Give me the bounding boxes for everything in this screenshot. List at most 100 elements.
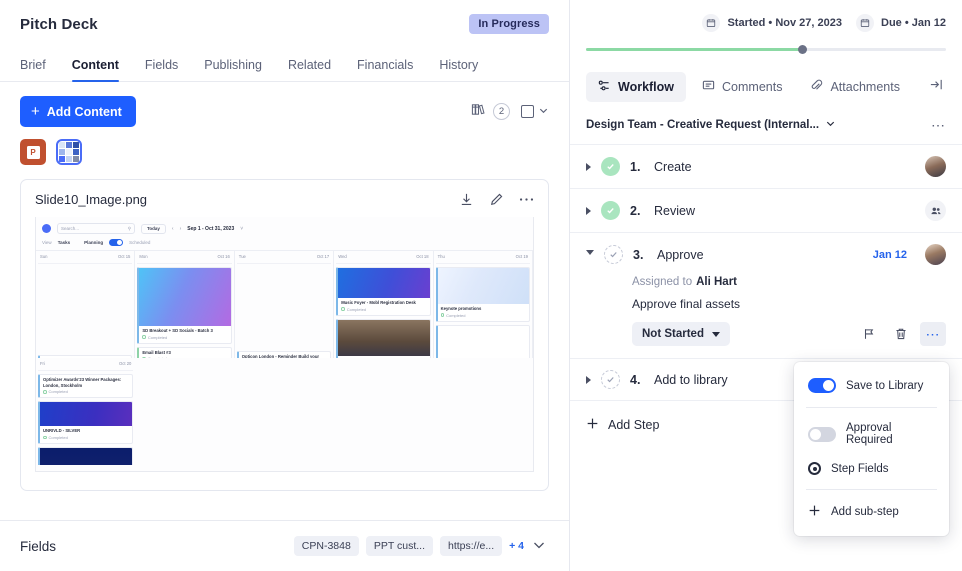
started-date[interactable]: Started • Nov 27, 2023 [702, 14, 842, 32]
embedded-image-preview[interactable]: Search... ⚲ Today ‹ › Sep 1 - Oct 31, 20… [35, 217, 534, 472]
group-icon[interactable] [925, 200, 946, 221]
tab-publishing[interactable]: Publishing [191, 52, 275, 81]
image-thumbnail[interactable] [56, 139, 82, 165]
right-panel-header: Started • Nov 27, 2023 Due • Jan 12 [570, 0, 962, 54]
flag-comment-icon[interactable] [856, 322, 882, 346]
add-step-label: Add Step [608, 418, 659, 432]
square-icon [521, 105, 534, 118]
right-workflow-panel: Started • Nov 27, 2023 Due • Jan 12 [570, 0, 962, 571]
calendar-event: Music Foyer Cloakroom & Info Counter Com… [336, 319, 430, 358]
library-group[interactable]: 2 [471, 102, 510, 122]
calendar-event-status: Completed [338, 306, 429, 315]
view-mode-toggle[interactable] [521, 103, 549, 121]
calendar-event-title: Email Blast #3 [139, 348, 230, 356]
step-status-check-icon [601, 201, 620, 220]
file-name: Slide10_Image.png [35, 192, 147, 207]
menu-divider [806, 489, 937, 490]
status-badge[interactable]: In Progress [469, 14, 549, 34]
calendar-column-header: Thu Oct 19 [436, 251, 530, 264]
step-more-options-icon[interactable]: ⋯ [920, 322, 946, 346]
save-to-library-item[interactable]: Save to Library [794, 370, 949, 401]
powerpoint-thumbnail[interactable]: P [20, 139, 46, 165]
tab-history[interactable]: History [426, 52, 491, 81]
embedded-date-range: Sep 1 - Oct 31, 2023 [187, 226, 234, 232]
due-date-text: Due • Jan 12 [881, 17, 946, 29]
field-chip-more-count[interactable]: + 4 [509, 540, 524, 552]
calendar-column: Mon Oct 16 SD Breakout + SD Socials - Ba… [135, 251, 234, 358]
thumbnail-strip: P [0, 127, 569, 165]
tab-related[interactable]: Related [275, 52, 344, 81]
step-status-value: Not Started [642, 328, 704, 340]
progress-fill [586, 48, 802, 51]
tab-attachments[interactable]: Attachments [798, 72, 911, 102]
expand-caret-icon[interactable] [586, 376, 591, 384]
calendar-event-title: UNRIVLD - SILVER [40, 426, 132, 434]
add-content-button[interactable]: + Add Content [20, 96, 136, 127]
expand-caret-icon[interactable] [586, 163, 591, 171]
more-options-icon[interactable] [519, 197, 534, 202]
collapse-caret-icon[interactable] [586, 250, 594, 259]
field-chip[interactable]: https://e... [440, 536, 502, 556]
expand-caret-icon[interactable] [586, 207, 591, 215]
embedded-view-value: Tasks [58, 240, 70, 245]
calendar-icon [856, 14, 874, 32]
trash-icon[interactable] [888, 322, 914, 346]
field-chip[interactable]: PPT cust... [366, 536, 433, 556]
step-status-check-icon [601, 370, 620, 389]
progress-knob[interactable] [798, 45, 807, 54]
workflow-step-create[interactable]: 1. Create [570, 144, 962, 188]
chevron-down-icon [712, 332, 720, 337]
tab-workflow[interactable]: Workflow [586, 72, 686, 102]
embedded-next-icon: › [180, 226, 182, 232]
calendar-day-date: Oct 20 [119, 361, 131, 366]
fields-expand-chevron-icon[interactable] [531, 537, 547, 556]
left-content-panel: Pitch Deck In Progress Brief Content Fie… [0, 0, 570, 571]
fields-summary-row: Fields CPN-3848 PPT cust... https://e...… [0, 520, 569, 571]
field-chip[interactable]: CPN-3848 [294, 536, 359, 556]
tab-fields[interactable]: Fields [132, 52, 191, 81]
download-icon[interactable] [459, 192, 474, 207]
approval-required-item[interactable]: Approval Required [794, 414, 949, 454]
workflow-more-options-icon[interactable]: ⋯ [931, 118, 946, 132]
paperclip-icon [810, 79, 823, 95]
calendar-event-image [40, 448, 132, 465]
tab-brief[interactable]: Brief [20, 52, 59, 81]
step-options-dropdown: Save to Library Approval Required Step F… [794, 362, 949, 536]
avatar[interactable] [925, 156, 946, 177]
avatar[interactable] [925, 244, 946, 265]
calendar-day-date: Oct 19 [516, 254, 528, 259]
due-date[interactable]: Due • Jan 12 [856, 14, 946, 32]
workflow-step-approve[interactable]: 3. Approve Jan 12 [570, 232, 962, 276]
calendar-column: Tue Oct 17 Opticon London - Reminder Bui… [235, 251, 334, 358]
embedded-scheduled-label: Scheduled [129, 240, 150, 245]
embedded-toolbar: Search... ⚲ Today ‹ › Sep 1 - Oct 31, 20… [36, 217, 533, 250]
embedded-range-chevron-icon: ˅ [240, 226, 243, 232]
progress-bar[interactable] [586, 44, 946, 54]
step-fields-item[interactable]: Step Fields [794, 454, 949, 483]
workflow-step-review[interactable]: 2. Review [570, 188, 962, 232]
edit-icon[interactable] [489, 192, 504, 207]
calendar-event-image [40, 402, 132, 426]
approval-required-toggle[interactable] [808, 427, 836, 442]
embedded-avatar-icon [42, 224, 51, 233]
step-status-check-icon [601, 157, 620, 176]
tab-comments[interactable]: Comments [690, 72, 794, 102]
step-status-select[interactable]: Not Started [632, 322, 730, 346]
collapse-right-icon[interactable] [929, 77, 946, 97]
calendar-event-status: Completed [40, 434, 132, 443]
save-to-library-toggle[interactable] [808, 378, 836, 393]
calendar-event-image [438, 268, 529, 304]
calendar-column: Wed Oct 18 Music Foyer - Mobl Registrati… [334, 251, 433, 358]
add-sub-step-item[interactable]: Add sub-step [794, 496, 949, 528]
tab-content[interactable]: Content [59, 52, 132, 81]
step-number: 2. [630, 204, 644, 218]
assigned-to-name[interactable]: Ali Hart [696, 276, 737, 288]
calendar-event-title: Music Foyer - Mobl Registration Desk [338, 298, 429, 306]
calendar-day-name: Tue [239, 254, 246, 259]
step-label: Approve [657, 248, 863, 262]
tab-financials[interactable]: Financials [344, 52, 426, 81]
workflow-selector[interactable]: Design Team - Creative Request (Internal… [586, 118, 836, 132]
calendar-event: UNRIVLD - SILVER Completed [38, 401, 133, 444]
tab-workflow-label: Workflow [618, 80, 674, 94]
calendar-event-title: SD Breakout + SD Socials - Batch 3 [139, 326, 230, 334]
